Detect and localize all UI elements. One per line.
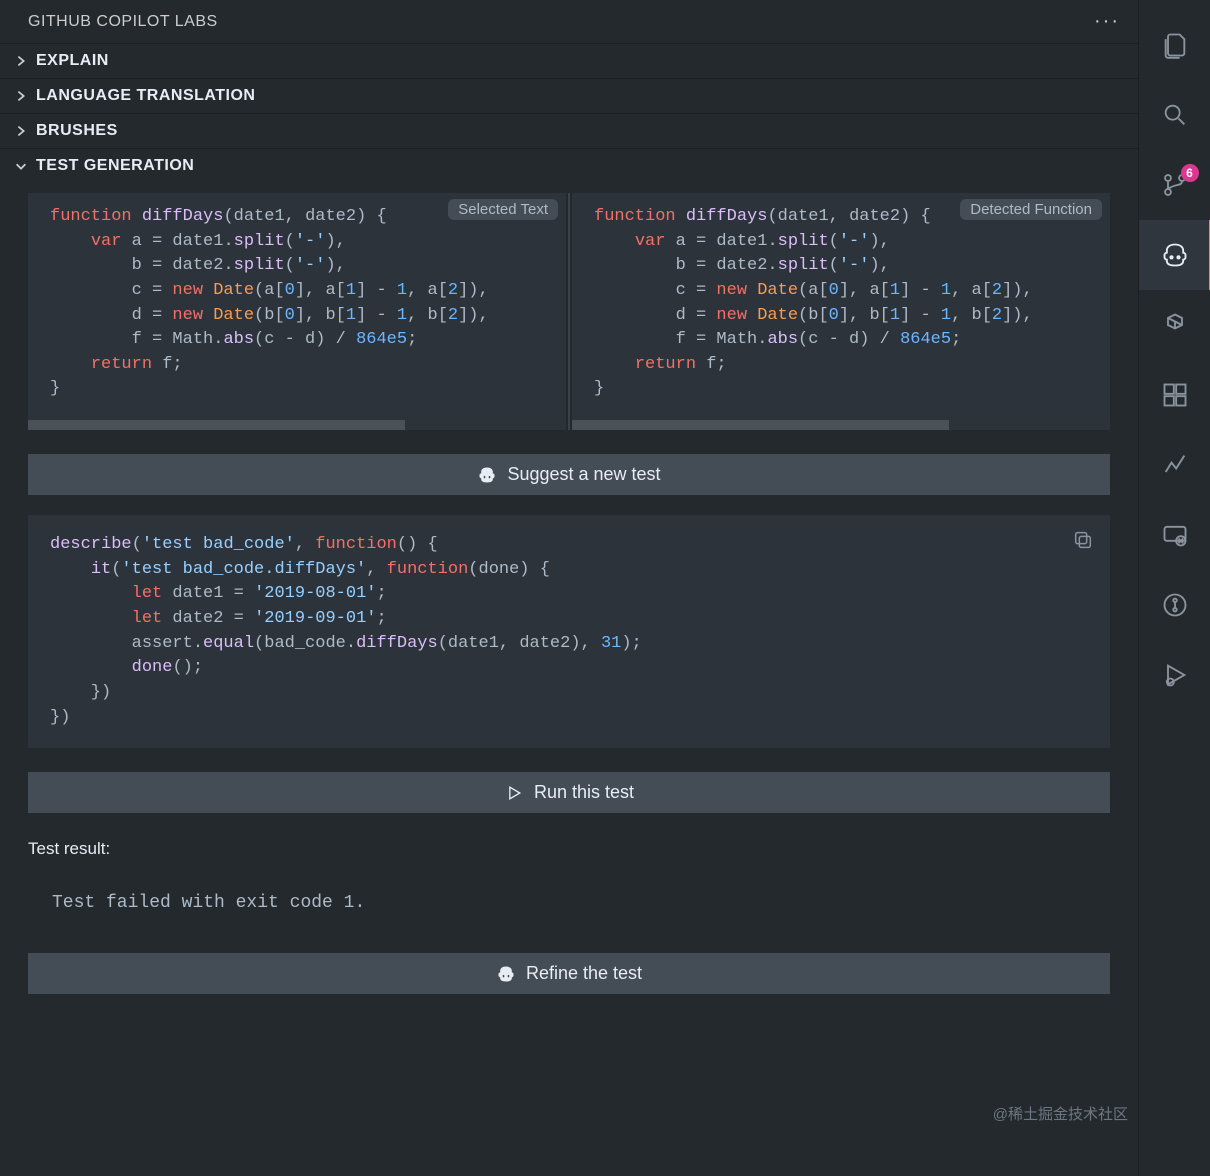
section-language-translation[interactable]: LANGUAGE TRANSLATION <box>0 78 1138 113</box>
run-debug-icon <box>1161 661 1189 689</box>
section-label: EXPLAIN <box>36 52 109 70</box>
section-test-generation[interactable]: TEST GENERATION <box>0 148 1138 183</box>
sidebar-run-debug[interactable] <box>1139 640 1210 710</box>
chevron-down-icon <box>12 157 30 175</box>
search-icon <box>1161 101 1189 129</box>
suggest-test-button[interactable]: Suggest a new test <box>28 454 1110 495</box>
run-test-label: Run this test <box>534 782 634 803</box>
generated-test-pane: describe('test bad_code', function() { i… <box>28 515 1110 748</box>
activity-bar: 6 <box>1138 0 1210 1176</box>
suggest-test-label: Suggest a new test <box>507 464 660 485</box>
graph-icon <box>1161 451 1189 479</box>
git-icon <box>1161 591 1189 619</box>
sidebar-files[interactable] <box>1139 10 1210 80</box>
code-right: function diffDays(date1, date2) { var a … <box>594 205 1092 402</box>
sidebar-remote[interactable] <box>1139 500 1210 570</box>
pane-tag: Detected Function <box>960 199 1102 220</box>
section-brushes[interactable]: BRUSHES <box>0 113 1138 148</box>
scrollbar-h-right[interactable] <box>572 420 1110 430</box>
test-code: describe('test bad_code', function() { i… <box>50 533 1088 730</box>
section-label: TEST GENERATION <box>36 157 194 175</box>
sidebar-graph[interactable] <box>1139 430 1210 500</box>
play-icon <box>504 783 524 803</box>
copilot-icon <box>477 465 497 485</box>
sidebar-source-control[interactable]: 6 <box>1139 150 1210 220</box>
section-explain[interactable]: EXPLAIN <box>0 43 1138 78</box>
sidebar-extensions[interactable] <box>1139 360 1210 430</box>
refine-test-button[interactable]: Refine the test <box>28 953 1110 994</box>
copy-icon[interactable] <box>1072 529 1094 556</box>
extensions-icon <box>1161 381 1189 409</box>
chevron-right-icon <box>12 87 30 105</box>
sidebar-git[interactable] <box>1139 570 1210 640</box>
selected-text-pane: Selected Text function diffDays(date1, d… <box>28 193 566 420</box>
chevron-right-icon <box>12 122 30 140</box>
sidebar-search[interactable] <box>1139 80 1210 150</box>
detected-function-pane: Detected Function function diffDays(date… <box>572 193 1110 420</box>
panel-title: GITHUB COPILOT LABS <box>28 13 218 31</box>
section-label: BRUSHES <box>36 122 118 140</box>
sidebar-copilot[interactable] <box>1139 220 1210 290</box>
files-icon <box>1161 31 1189 59</box>
watermark: @稀土掘金技术社区 <box>993 1103 1128 1124</box>
test-result-label: Test result: <box>28 839 1110 859</box>
pane-tag: Selected Text <box>448 199 558 220</box>
run-test-button[interactable]: Run this test <box>28 772 1110 813</box>
copilot-icon <box>496 964 516 984</box>
chevron-right-icon <box>12 52 30 70</box>
remote-icon <box>1161 521 1189 549</box>
sidebar-openai[interactable] <box>1139 290 1210 360</box>
refine-test-label: Refine the test <box>526 963 642 984</box>
scm-badge: 6 <box>1181 164 1199 182</box>
section-label: LANGUAGE TRANSLATION <box>36 87 255 105</box>
pane-divider[interactable] <box>568 193 570 430</box>
test-result-text: Test failed with exit code 1. <box>52 893 1110 913</box>
more-actions-icon[interactable]: ··· <box>1094 10 1120 33</box>
scrollbar-h-left[interactable] <box>28 420 566 430</box>
copilot-icon <box>1161 241 1189 269</box>
code-left: function diffDays(date1, date2) { var a … <box>50 205 548 402</box>
openai-icon <box>1161 311 1189 339</box>
